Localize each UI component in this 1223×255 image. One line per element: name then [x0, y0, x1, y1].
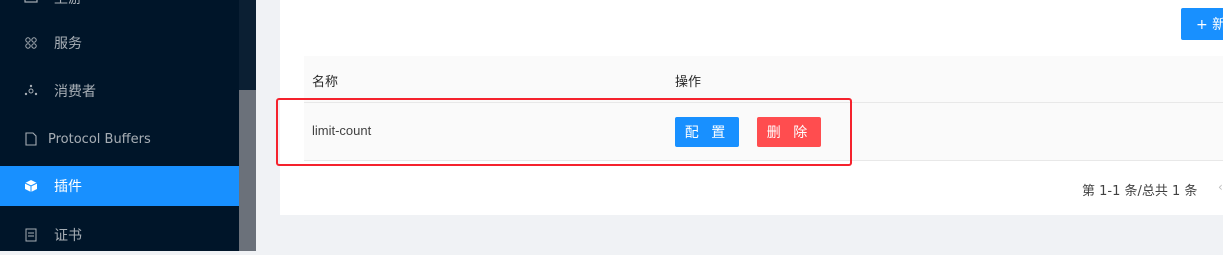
sidebar-item-label: 证书 — [54, 228, 82, 244]
sidebar-item-plugin[interactable]: 插件 — [0, 166, 239, 206]
certificate-icon — [24, 228, 38, 242]
sidebar-item-protocol-buffers[interactable]: Protocol Buffers — [0, 119, 239, 159]
prev-page-icon[interactable]: ‹ — [1218, 180, 1223, 194]
plugin-icon — [24, 179, 38, 193]
sidebar: 上游 服务 消费者 Protocol Buffers 插件 证书 — [0, 0, 256, 251]
add-plugin-button[interactable]: + 新 — [1181, 8, 1223, 40]
consumer-icon — [24, 84, 38, 98]
pagination-summary: 第 1-1 条/总共 1 条 — [1082, 184, 1198, 199]
service-icon — [24, 36, 38, 50]
highlight-box — [276, 98, 852, 166]
sidebar-item-certificate[interactable]: 证书 — [0, 215, 239, 255]
sidebar-item-consumer[interactable]: 消费者 — [0, 71, 239, 111]
column-header-name: 名称 — [312, 75, 339, 90]
column-header-actions: 操作 — [675, 75, 702, 90]
file-icon — [24, 132, 38, 146]
sidebar-item-label: 服务 — [54, 36, 82, 52]
sidebar-item-label: 插件 — [54, 179, 82, 195]
sidebar-item-label: 上游 — [54, 0, 82, 8]
table-header: 名称 操作 — [304, 56, 1223, 103]
gateway-icon — [24, 0, 38, 5]
sidebar-scrollbar-thumb[interactable] — [239, 90, 256, 251]
sidebar-item-upstream[interactable]: 上游 — [0, 0, 239, 18]
add-button-label: + 新 — [1196, 17, 1223, 33]
sidebar-item-label: Protocol Buffers — [48, 131, 151, 147]
sidebar-item-label: 消费者 — [54, 84, 96, 100]
sidebar-item-service[interactable]: 服务 — [0, 23, 239, 63]
